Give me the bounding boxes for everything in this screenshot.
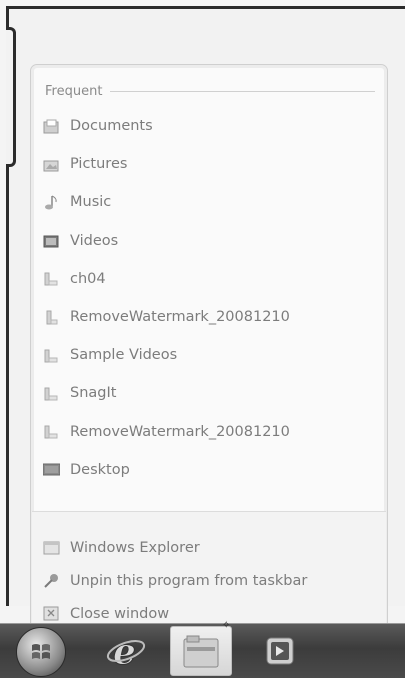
- tasks-list: Windows Explorer Unpin this program from…: [43, 531, 377, 630]
- jumplist-item-videos[interactable]: Videos: [43, 222, 377, 260]
- jumplist-item-ch04[interactable]: ch04: [43, 260, 377, 298]
- pictures-library-icon: [43, 157, 60, 172]
- taskbar-windows-explorer[interactable]: [170, 626, 232, 676]
- section-header-label: Frequent: [45, 83, 103, 99]
- desktop-icon: [43, 462, 60, 477]
- folder-icon: [43, 424, 60, 439]
- window-edge: [6, 27, 16, 167]
- item-label: Music: [70, 194, 112, 211]
- taskbar-internet-explorer[interactable]: e: [98, 626, 154, 676]
- item-label: SnagIt: [70, 385, 117, 402]
- jumplist-item-snagit[interactable]: SnagIt: [43, 374, 377, 412]
- documents-library-icon: [43, 119, 60, 134]
- jumplist-item-removewatermark-2[interactable]: RemoveWatermark_20081210: [43, 413, 377, 451]
- folder-icon: [43, 386, 60, 401]
- jump-list: Frequent Documents Pictures Music Videos…: [30, 64, 388, 636]
- folder-icon: [43, 348, 60, 363]
- item-label: RemoveWatermark_20081210: [70, 309, 290, 326]
- item-label: Windows Explorer: [70, 539, 200, 556]
- frequent-list: Documents Pictures Music Videos ch04 Rem…: [43, 107, 377, 489]
- jumplist-item-pictures[interactable]: Pictures: [43, 145, 377, 183]
- close-window-icon: [43, 606, 60, 621]
- header-rule: [110, 90, 375, 92]
- item-label: RemoveWatermark_20081210: [70, 423, 290, 440]
- item-label: Close window: [70, 605, 170, 622]
- taskbar: e: [0, 623, 405, 678]
- videos-library-icon: [43, 233, 60, 248]
- music-library-icon: [43, 195, 60, 210]
- svg-text:e: e: [113, 631, 136, 671]
- item-label: ch04: [70, 270, 106, 287]
- unpin-icon: [43, 573, 60, 588]
- item-label: Sample Videos: [70, 347, 178, 364]
- folder-icon: [43, 310, 60, 325]
- jumplist-item-documents[interactable]: Documents: [43, 107, 377, 145]
- task-windows-explorer[interactable]: Windows Explorer: [43, 531, 377, 564]
- item-label: Desktop: [70, 461, 130, 478]
- frequent-header: Frequent: [45, 81, 375, 101]
- media-player-icon: [266, 637, 294, 665]
- task-unpin[interactable]: Unpin this program from taskbar: [43, 564, 377, 597]
- item-label: Videos: [70, 232, 119, 249]
- jumplist-item-sample-videos[interactable]: Sample Videos: [43, 336, 377, 374]
- cursor-sparkle-icon: ✧: [222, 620, 231, 631]
- item-label: Pictures: [70, 156, 128, 173]
- windows-logo-icon: [32, 644, 50, 659]
- item-label: Documents: [70, 118, 153, 135]
- folder-icon: [183, 635, 219, 668]
- taskbar-media-player[interactable]: [252, 626, 308, 676]
- jumplist-item-removewatermark-1[interactable]: RemoveWatermark_20081210: [43, 298, 377, 336]
- jumplist-item-desktop[interactable]: Desktop: [43, 451, 377, 489]
- item-label: Unpin this program from taskbar: [70, 572, 308, 589]
- start-button[interactable]: [16, 627, 66, 677]
- windows-explorer-icon: [43, 540, 60, 555]
- jumplist-item-music[interactable]: Music: [43, 183, 377, 221]
- internet-explorer-icon: e: [106, 631, 146, 671]
- folder-icon: [43, 271, 60, 286]
